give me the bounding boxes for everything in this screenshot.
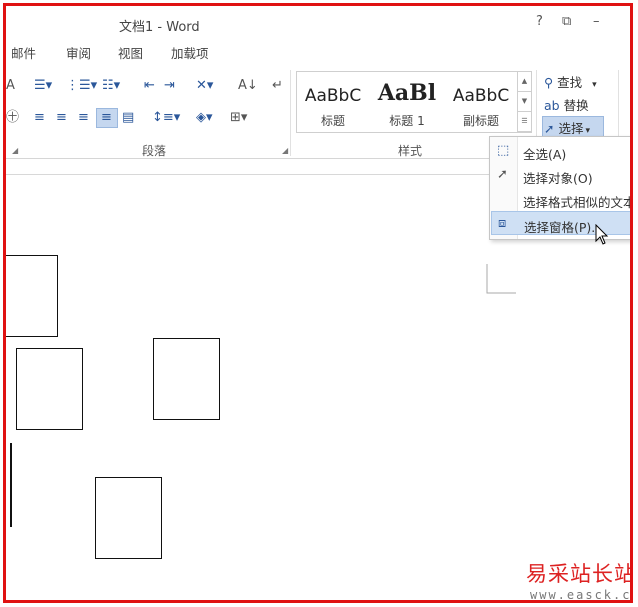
tab-view[interactable]: 视图 — [118, 43, 143, 62]
align-left-icon[interactable]: ≡ — [34, 110, 45, 126]
style-name: 标题 1 — [389, 114, 425, 128]
menu-item-label: 选择对象(O) — [523, 171, 593, 186]
style-sample: AaBbC — [452, 86, 510, 106]
menu-item-label: 全选(A) — [523, 147, 567, 162]
tab-addins[interactable]: 加载项 — [171, 43, 209, 62]
multilevel-list-icon[interactable]: ☷▾ — [102, 78, 120, 94]
replace-label: 替换 — [563, 98, 589, 113]
scroll-down-icon[interactable]: ▼ — [518, 92, 531, 112]
style-subtitle[interactable]: AaBbC 副标题 — [445, 72, 517, 132]
find-button[interactable]: ⚲ 查找 ▾ — [544, 72, 597, 91]
style-name: 标题 — [320, 114, 345, 128]
rectangle-shape[interactable] — [16, 348, 83, 430]
menu-item-selection-pane[interactable]: ⧈ 选择窗格(P)... — [491, 211, 630, 235]
menu-item-label: 选择格式相似的文本 — [523, 195, 633, 210]
menu-item-select-objects[interactable]: ➚ 选择对象(O) — [491, 163, 630, 187]
menu-item-select-all[interactable]: ⬚ 全选(A) — [491, 139, 630, 163]
dialog-launcher-icon[interactable]: ◢ — [12, 146, 18, 155]
ribbon-tabs: 邮件 审阅 视图 加载项 — [6, 40, 630, 64]
help-button[interactable]: ? — [536, 14, 543, 29]
mouse-cursor-icon — [595, 224, 609, 245]
distributed-icon[interactable]: ▤ — [122, 110, 134, 126]
watermark: 易采站长站 www.easck.com — [520, 556, 633, 602]
rectangle-shape[interactable] — [6, 255, 58, 337]
title-bar: 文档1 - Word ? ⧉ – — [6, 6, 630, 40]
cursor-arrow-icon: ➚ — [544, 121, 555, 136]
style-title[interactable]: AaBbC 标题 — [297, 72, 369, 132]
find-label: 查找 — [557, 75, 583, 90]
menu-item-select-similar[interactable]: 选择格式相似的文本 — [491, 187, 633, 211]
paragraph-launcher-icon[interactable]: ◢ — [282, 146, 288, 155]
menu-item-label: 选择窗格(P)... — [524, 220, 604, 235]
select-menu: ⬚ 全选(A) ➚ 选择对象(O) 选择格式相似的文本 ⧈ 选择窗格(P)... — [489, 136, 633, 240]
margin-corner-mark — [486, 264, 516, 294]
select-all-icon: ⬚ — [497, 143, 510, 158]
line-spacing-icon[interactable]: ↕≡▾ — [152, 110, 180, 126]
align-center-icon[interactable]: ≡ — [56, 110, 67, 126]
watermark-en: www.easck.com — [530, 588, 632, 602]
tab-review[interactable]: 审阅 — [66, 43, 91, 62]
style-sample: AaBl — [377, 80, 437, 106]
numbering-icon[interactable]: ⋮☰▾ — [66, 78, 97, 94]
shading-icon[interactable]: ◈▾ — [196, 110, 213, 126]
asian-layout-icon[interactable]: ✕▾ — [196, 78, 213, 94]
align-right-icon[interactable]: ≡ — [78, 110, 89, 126]
show-marks-icon[interactable]: ↵ — [272, 78, 283, 94]
bullets-icon[interactable]: ☰▾ — [34, 78, 52, 94]
character-icon[interactable]: ㊉ — [6, 110, 19, 126]
scroll-up-icon[interactable]: ▲ — [518, 72, 531, 92]
sort-icon[interactable]: A↓ — [238, 78, 258, 94]
styles-group-label: 样式 — [398, 144, 423, 158]
binoculars-icon: ⚲ — [544, 75, 554, 90]
rectangle-shape[interactable] — [153, 338, 220, 420]
select-button-content: ➚ 选择 ▾ — [544, 118, 590, 137]
style-name: 副标题 — [462, 114, 499, 128]
select-label: 选择 — [558, 121, 584, 136]
watermark-cn: 易采站长站 — [526, 562, 633, 586]
styles-gallery: AaBbC 标题 AaBl 标题 1 AaBbC 副标题 ▲ ▼ ☰ — [296, 71, 532, 133]
style-sample: AaBbC — [304, 86, 362, 106]
style-heading1[interactable]: AaBl 标题 1 — [371, 72, 443, 132]
replace-icon: ab — [544, 98, 560, 113]
decrease-indent-icon[interactable]: ⇤ — [144, 78, 155, 94]
justify-icon: ≡ — [101, 110, 112, 125]
shape-edge — [10, 443, 12, 527]
paragraph-group-label: 段落 — [142, 144, 167, 158]
screenshot-frame: 文档1 - Word ? ⧉ – 邮件 审阅 视图 加载项 A ☰▾ ⋮☰▾ ☷… — [3, 3, 633, 603]
ribbon-display-button[interactable]: ⧉ — [562, 14, 571, 29]
replace-button[interactable]: ab 替换 — [544, 95, 589, 114]
align-partial-icon[interactable]: A — [6, 78, 15, 94]
styles-scroll: ▲ ▼ ☰ — [517, 72, 531, 132]
more-styles-icon[interactable]: ☰ — [518, 112, 531, 132]
tab-mailings[interactable]: 邮件 — [11, 43, 36, 62]
rectangle-shape[interactable] — [95, 477, 162, 559]
select-objects-icon: ➚ — [497, 167, 508, 182]
borders-icon[interactable]: ⊞▾ — [230, 110, 247, 126]
increase-indent-icon[interactable]: ⇥ — [164, 78, 175, 94]
chevron-down-icon: ▾ — [585, 126, 591, 136]
chevron-down-icon: ▾ — [592, 80, 597, 90]
window-title: 文档1 - Word — [119, 20, 200, 35]
group-separator — [290, 70, 291, 156]
selection-pane-icon: ⧈ — [498, 216, 507, 231]
minimize-button[interactable]: – — [593, 14, 600, 29]
